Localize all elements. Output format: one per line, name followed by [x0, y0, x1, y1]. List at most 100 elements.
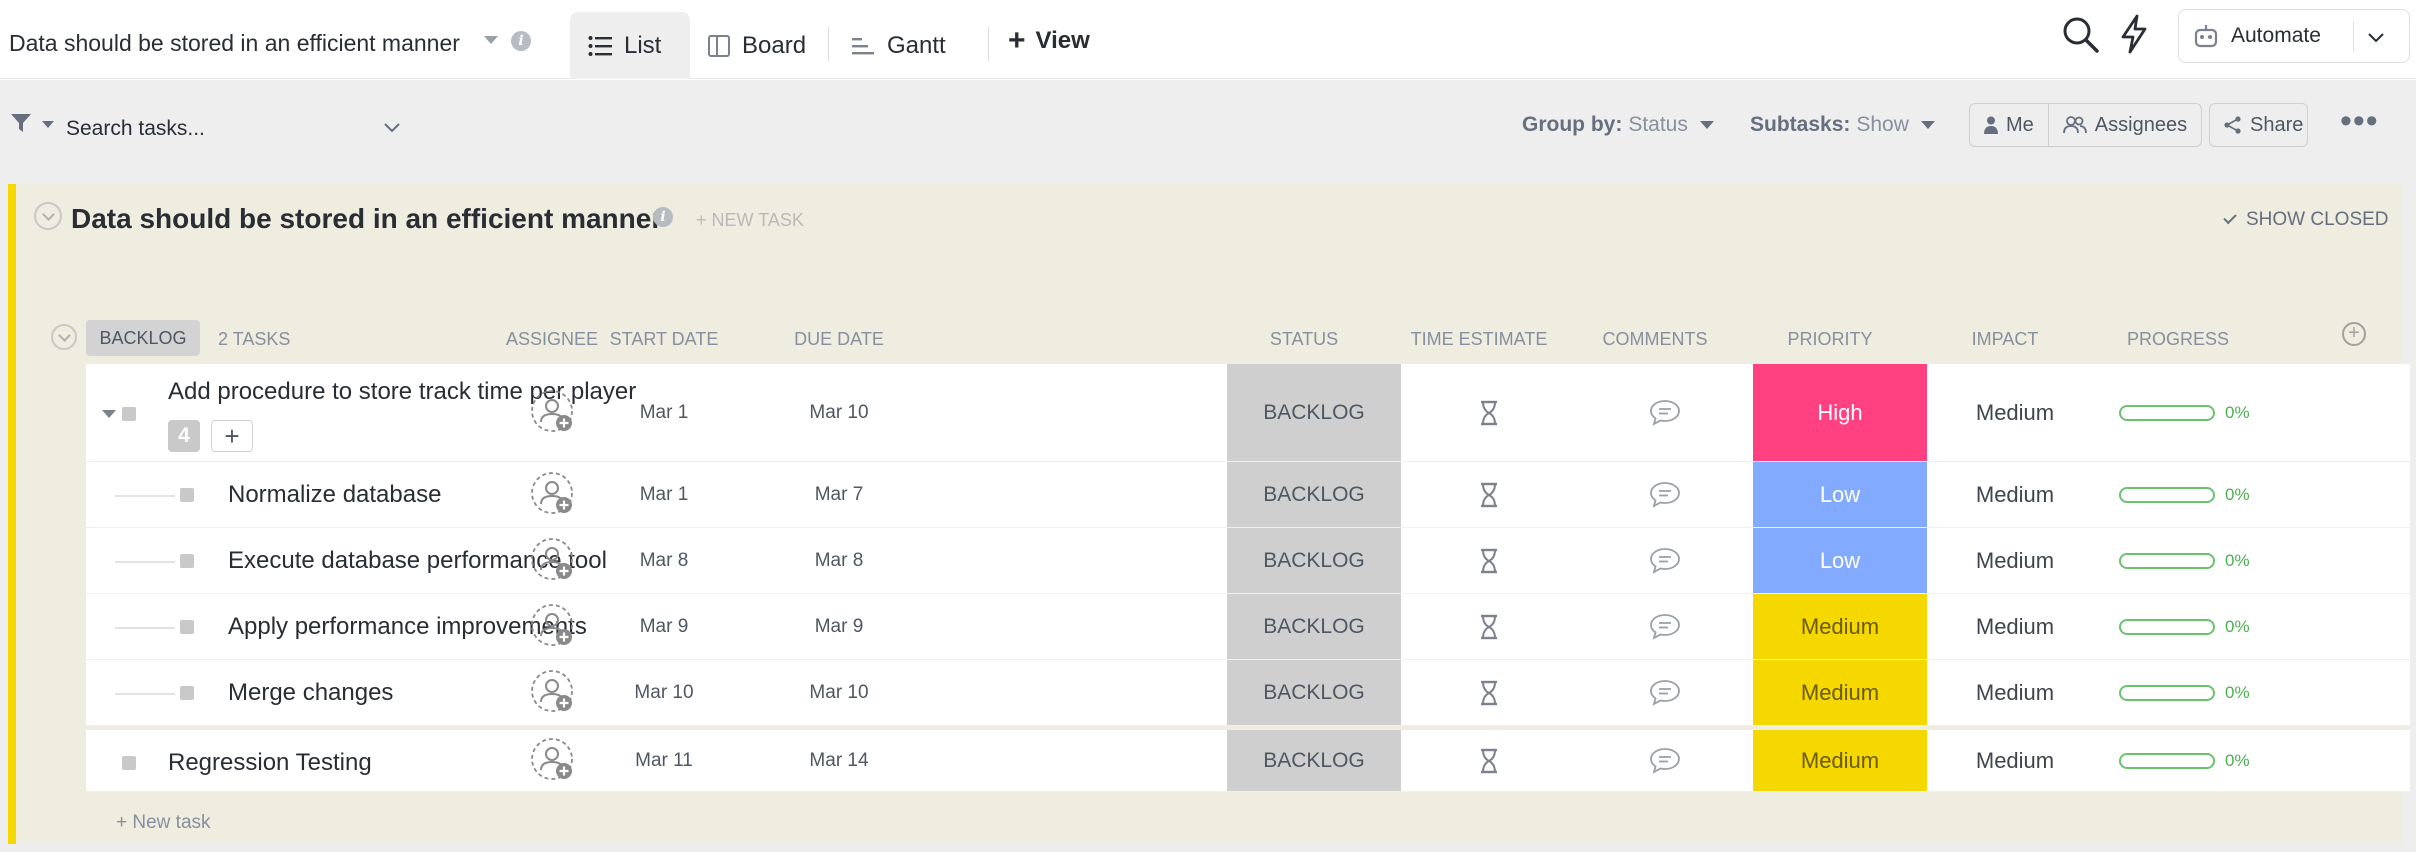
priority-cell[interactable]: Medium — [1753, 730, 1927, 791]
automate-button[interactable]: Automate — [2178, 9, 2410, 63]
add-assignee-icon[interactable] — [530, 737, 578, 785]
start-date[interactable]: Mar 1 — [574, 462, 754, 527]
comments-cell[interactable] — [1577, 364, 1753, 461]
task-row[interactable]: Regression Testing Mar 11 Mar 14 BACKLOG… — [86, 726, 2410, 792]
priority-cell[interactable]: Low — [1753, 462, 1927, 527]
due-date[interactable]: Mar 9 — [749, 594, 929, 659]
hourglass-icon[interactable] — [1479, 482, 1499, 508]
add-assignee-icon[interactable] — [530, 389, 578, 437]
column-header-impact[interactable]: IMPACT — [1917, 329, 2093, 350]
list-title[interactable]: Data should be stored in an efficient ma… — [9, 30, 460, 57]
status-square-icon[interactable] — [180, 620, 194, 634]
start-date[interactable]: Mar 9 — [574, 594, 754, 659]
show-closed-button[interactable]: SHOW CLOSED — [2223, 209, 2389, 231]
status-square-icon[interactable] — [122, 756, 136, 770]
subtask-row[interactable]: Merge changes Mar 10 Mar 10 BACKLOG Medi… — [86, 660, 2410, 726]
chevron-down-icon[interactable] — [382, 117, 402, 137]
new-task-button[interactable]: + New task — [116, 812, 211, 834]
impact-cell[interactable]: Medium — [1927, 364, 2103, 461]
status-cell[interactable]: BACKLOG — [1227, 730, 1401, 791]
search-tasks-input[interactable] — [66, 107, 406, 151]
lightning-icon[interactable] — [2118, 14, 2150, 54]
share-button[interactable]: Share — [2209, 103, 2308, 147]
subtask-name[interactable]: Merge changes — [228, 679, 393, 707]
filter-caret-icon[interactable] — [42, 121, 54, 128]
status-square-icon[interactable] — [122, 407, 136, 421]
add-assignee-icon[interactable] — [530, 471, 578, 519]
time-estimate-cell[interactable] — [1401, 730, 1577, 791]
comments-cell[interactable] — [1577, 660, 1753, 725]
hourglass-icon[interactable] — [1479, 748, 1499, 774]
hourglass-icon[interactable] — [1479, 400, 1499, 426]
info-icon[interactable]: i — [511, 31, 531, 51]
group-by-selector[interactable]: Group by: Status — [1522, 113, 1714, 137]
time-estimate-cell[interactable] — [1401, 660, 1577, 725]
subtasks-selector[interactable]: Subtasks: Show — [1750, 113, 1935, 137]
new-task-link[interactable]: + NEW TASK — [696, 210, 804, 231]
comments-cell[interactable] — [1577, 594, 1753, 659]
column-header-progress[interactable]: PROGRESS — [2093, 329, 2263, 350]
priority-cell[interactable]: Medium — [1753, 594, 1927, 659]
comments-cell[interactable] — [1577, 462, 1753, 527]
column-header-time-estimate[interactable]: TIME ESTIMATE — [1391, 329, 1567, 350]
column-header-status[interactable]: STATUS — [1217, 329, 1391, 350]
info-icon[interactable]: i — [653, 207, 673, 227]
status-square-icon[interactable] — [180, 554, 194, 568]
subtask-name[interactable]: Normalize database — [228, 481, 441, 509]
search-icon[interactable] — [2062, 16, 2100, 54]
add-assignee-icon[interactable] — [530, 537, 578, 585]
column-header-start-date[interactable]: START DATE — [574, 329, 754, 350]
status-square-icon[interactable] — [180, 686, 194, 700]
subtask-row[interactable]: Normalize database Mar 1 Mar 7 BACKLOG L… — [86, 462, 2410, 528]
time-estimate-cell[interactable] — [1401, 462, 1577, 527]
due-date[interactable]: Mar 10 — [749, 364, 929, 461]
collapse-group-icon[interactable] — [51, 324, 77, 350]
filter-icon[interactable] — [10, 112, 32, 134]
impact-cell[interactable]: Medium — [1927, 462, 2103, 527]
column-header-priority[interactable]: PRIORITY — [1743, 329, 1917, 350]
add-view-button[interactable]: + View — [1008, 26, 1090, 56]
due-date[interactable]: Mar 14 — [749, 730, 929, 791]
tab-list[interactable]: List — [570, 12, 690, 79]
priority-cell[interactable]: Medium — [1753, 660, 1927, 725]
status-cell[interactable]: BACKLOG — [1227, 660, 1401, 725]
add-assignee-icon[interactable] — [530, 669, 578, 717]
status-cell[interactable]: BACKLOG — [1227, 528, 1401, 593]
impact-cell[interactable]: Medium — [1927, 660, 2103, 725]
comment-icon[interactable] — [1649, 613, 1681, 641]
hourglass-icon[interactable] — [1479, 548, 1499, 574]
add-column-button[interactable]: + — [2342, 322, 2366, 346]
priority-cell[interactable]: High — [1753, 364, 1927, 461]
comment-icon[interactable] — [1649, 679, 1681, 707]
chevron-down-icon[interactable] — [2366, 27, 2386, 47]
me-filter-button[interactable]: Me — [1970, 104, 2048, 146]
due-date[interactable]: Mar 10 — [749, 660, 929, 725]
impact-cell[interactable]: Medium — [1927, 594, 2103, 659]
task-name[interactable]: Regression Testing — [168, 749, 372, 777]
comment-icon[interactable] — [1649, 747, 1681, 775]
start-date[interactable]: Mar 1 — [574, 364, 754, 461]
priority-cell[interactable]: Low — [1753, 528, 1927, 593]
status-square-icon[interactable] — [180, 488, 194, 502]
subtask-row[interactable]: Apply performance improvements Mar 9 Mar… — [86, 594, 2410, 660]
column-header-due-date[interactable]: DUE DATE — [749, 329, 929, 350]
more-options-icon[interactable]: ••• — [2340, 104, 2379, 138]
comment-icon[interactable] — [1649, 481, 1681, 509]
due-date[interactable]: Mar 7 — [749, 462, 929, 527]
title-caret-icon[interactable] — [484, 36, 498, 44]
time-estimate-cell[interactable] — [1401, 364, 1577, 461]
add-assignee-icon[interactable] — [530, 603, 578, 651]
tab-gantt[interactable]: Gantt — [833, 12, 964, 79]
column-header-comments[interactable]: COMMENTS — [1567, 329, 1743, 350]
time-estimate-cell[interactable] — [1401, 528, 1577, 593]
comments-cell[interactable] — [1577, 528, 1753, 593]
time-estimate-cell[interactable] — [1401, 594, 1577, 659]
start-date[interactable]: Mar 11 — [574, 730, 754, 791]
impact-cell[interactable]: Medium — [1927, 528, 2103, 593]
status-cell[interactable]: BACKLOG — [1227, 364, 1401, 461]
add-subtask-button[interactable]: + — [211, 420, 253, 452]
tab-board[interactable]: Board — [690, 12, 824, 79]
due-date[interactable]: Mar 8 — [749, 528, 929, 593]
hourglass-icon[interactable] — [1479, 614, 1499, 640]
status-cell[interactable]: BACKLOG — [1227, 462, 1401, 527]
